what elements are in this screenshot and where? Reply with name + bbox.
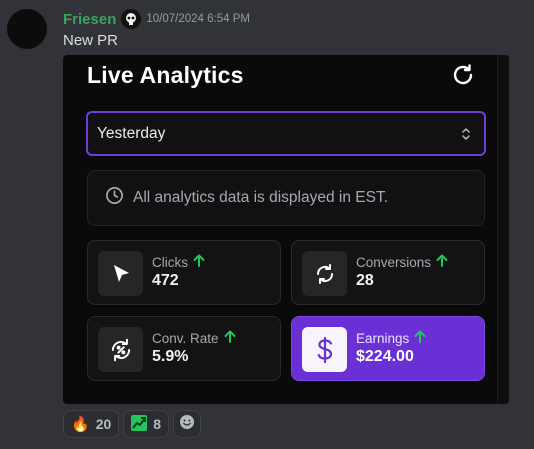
conversion-rate-card: Conv. Rate 5.9% [87,316,281,381]
chevron-up-down-icon [460,125,472,143]
fire-icon: 🔥 [71,415,90,433]
embed-scrollbar[interactable] [497,55,509,404]
arrow-up-icon [414,330,426,346]
reaction-count: 8 [153,416,162,432]
arrow-up-icon [224,330,236,346]
chart-up-icon [131,414,148,434]
analytics-embed: Live Analytics Yesterday All analytics d… [63,55,509,404]
timestamp: 10/07/2024 6:54 PM [146,13,250,25]
card-value: $224.00 [356,348,414,365]
earnings-card: Earnings $224.00 [291,316,485,381]
card-value: 472 [152,272,179,289]
cycle-icon [302,251,347,296]
reaction-chart[interactable]: 8 [123,410,170,438]
username[interactable]: Friesen [63,11,116,28]
card-label: Clicks [152,254,188,270]
card-label: Earnings [356,330,410,346]
reactions-bar: 🔥 20 8 [63,410,202,438]
clicks-card: Clicks 472 [87,240,281,305]
add-reaction-button[interactable] [173,410,202,438]
smiley-icon [179,414,195,435]
date-range-select[interactable]: Yesterday [86,111,486,156]
card-value: 28 [356,272,374,289]
clock-icon [105,186,124,210]
message-text: New PR [63,32,119,49]
arrow-up-icon [193,254,205,270]
timezone-notice: All analytics data is displayed in EST. [87,170,485,226]
reaction-fire[interactable]: 🔥 20 [63,410,120,438]
skull-badge-icon [121,9,142,29]
cursor-icon [98,251,143,296]
dollar-icon [302,327,347,372]
page-title: Live Analytics [87,62,244,88]
refresh-icon[interactable] [451,63,475,87]
card-value: 5.9% [152,348,189,365]
percent-cycle-icon [98,327,143,372]
arrow-up-icon [436,254,448,270]
conversions-card: Conversions 28 [291,240,485,305]
select-value: Yesterday [97,124,166,142]
card-label: Conv. Rate [152,330,219,346]
reaction-count: 20 [95,416,112,432]
timezone-notice-text: All analytics data is displayed in EST. [133,189,389,206]
card-label: Conversions [356,254,432,270]
message-header: Friesen 10/07/2024 6:54 PM [63,9,250,29]
avatar[interactable] [7,9,47,49]
